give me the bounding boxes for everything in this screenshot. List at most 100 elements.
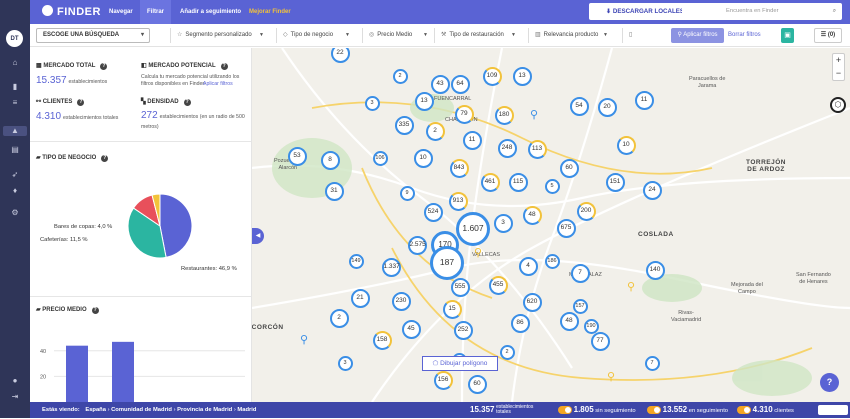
finder-logo[interactable]: FINDER bbox=[42, 5, 101, 18]
map-cluster[interactable]: 2.575 bbox=[407, 235, 427, 255]
tipo-restauracion-dropdown[interactable]: ⚒ Tipo de restauración ▼ bbox=[434, 28, 520, 43]
logout-icon[interactable]: ⇥ bbox=[9, 392, 21, 402]
map-cluster[interactable]: 15 bbox=[442, 299, 462, 319]
map-cluster[interactable]: 1.337 bbox=[381, 257, 401, 277]
crumb-espana[interactable]: España bbox=[85, 407, 106, 413]
map-cluster[interactable]: 190 bbox=[583, 318, 599, 334]
precio-medio-dropdown[interactable]: ◎ Precio Medio ▼ bbox=[362, 28, 432, 43]
busqueda-select[interactable]: ESCOGE UNA BÚSQUEDA ▾ bbox=[36, 28, 150, 43]
map-cluster[interactable]: 620 bbox=[522, 292, 542, 312]
map-cluster[interactable]: 79 bbox=[454, 104, 474, 124]
sin-seguimiento-toggle[interactable] bbox=[558, 406, 572, 415]
bar[interactable] bbox=[112, 341, 134, 402]
list-icon[interactable]: ≡ bbox=[9, 98, 21, 108]
pin-icon[interactable]: ♦ bbox=[9, 186, 21, 196]
aplicar-filtros-link[interactable]: Aplicar filtros bbox=[203, 81, 249, 87]
map-cluster[interactable]: 248 bbox=[497, 138, 517, 158]
gear-icon[interactable]: ⚙ bbox=[9, 208, 21, 218]
map-cluster[interactable]: 200 bbox=[576, 201, 596, 221]
save-icon[interactable]: ▣ bbox=[781, 28, 794, 43]
map-cluster[interactable]: 77 bbox=[590, 331, 610, 351]
map-cluster[interactable]: 10 bbox=[413, 148, 433, 168]
map-cluster[interactable]: 158 bbox=[372, 330, 392, 350]
map-cluster[interactable]: 31 bbox=[324, 181, 344, 201]
map-cluster[interactable]: 10 bbox=[616, 135, 636, 155]
avatar[interactable]: DT bbox=[6, 30, 23, 47]
map-cluster[interactable]: 3 bbox=[493, 213, 513, 233]
map-cluster[interactable]: 21 bbox=[350, 288, 370, 308]
map-cluster[interactable]: 9 bbox=[399, 185, 415, 201]
map-cluster[interactable]: 2 bbox=[329, 308, 349, 328]
dibujar-poligono-button[interactable]: ⬠ Dibujar polígono bbox=[422, 356, 498, 371]
map-cluster[interactable]: 149 bbox=[348, 253, 364, 269]
bar[interactable] bbox=[66, 345, 88, 402]
map-cluster[interactable]: 186 bbox=[544, 253, 560, 269]
map-cluster[interactable]: 230 bbox=[391, 291, 411, 311]
map-cluster[interactable]: 48 bbox=[559, 311, 579, 331]
info-icon[interactable]: ? bbox=[183, 99, 191, 106]
nav-anadir-seguimiento[interactable]: Añadir a seguimiento bbox=[173, 0, 248, 24]
rocket-icon[interactable]: ➶ bbox=[9, 170, 21, 180]
map-cluster[interactable]: 180 bbox=[494, 105, 514, 125]
selection-count-button[interactable]: ☰ (0) bbox=[814, 28, 842, 43]
map-cluster[interactable]: 13 bbox=[414, 91, 434, 111]
pie-slice[interactable] bbox=[159, 193, 193, 258]
help-button[interactable]: ? bbox=[820, 373, 839, 392]
map-cluster[interactable]: 113 bbox=[527, 139, 547, 159]
map-cluster[interactable]: 455 bbox=[488, 275, 508, 295]
map-cluster[interactable]: 64 bbox=[450, 74, 470, 94]
map-cluster[interactable]: 48 bbox=[522, 205, 542, 225]
map-cluster[interactable]: 3 bbox=[337, 355, 353, 371]
map-cluster[interactable]: 60 bbox=[467, 374, 487, 394]
user-icon[interactable]: ● bbox=[9, 376, 21, 386]
layers-icon[interactable]: ⬡ bbox=[830, 97, 846, 113]
map-cluster[interactable]: 5 bbox=[544, 178, 560, 194]
info-icon[interactable]: ? bbox=[91, 307, 99, 314]
en-seguimiento-toggle[interactable] bbox=[647, 406, 661, 415]
map-cluster[interactable]: 555 bbox=[450, 277, 470, 297]
map-cluster[interactable]: 7 bbox=[644, 355, 660, 371]
map-icon[interactable]: ▲ bbox=[3, 126, 27, 136]
borrar-filtros-link[interactable]: Borrar filtros bbox=[728, 28, 761, 43]
zoom-in-button[interactable]: + bbox=[833, 54, 844, 67]
map-pin[interactable]: ⚲ bbox=[607, 370, 615, 383]
map-cluster[interactable]: 2 bbox=[392, 68, 408, 84]
map-cluster[interactable]: 11 bbox=[462, 130, 482, 150]
info-icon[interactable]: ? bbox=[100, 63, 108, 70]
aplicar-filtros-button[interactable]: ⚲ Aplicar filtros bbox=[671, 28, 724, 43]
map-cluster[interactable]: 151 bbox=[605, 172, 625, 192]
map-cluster[interactable]: 22 bbox=[330, 48, 350, 63]
map-cluster[interactable]: 461 bbox=[480, 172, 500, 192]
segmento-dropdown[interactable]: ☆ Segmento personalizado ▼ bbox=[170, 28, 268, 43]
map-cluster[interactable]: 43 bbox=[430, 74, 450, 94]
map-pin[interactable]: ⚲ bbox=[300, 333, 308, 346]
info-icon[interactable]: ? bbox=[77, 99, 85, 106]
doc-icon[interactable]: ▤ bbox=[9, 145, 21, 155]
map-cluster[interactable]: 115 bbox=[508, 172, 528, 192]
map-cluster[interactable]: 157 bbox=[572, 298, 588, 314]
map-cluster[interactable]: 2 bbox=[499, 344, 515, 360]
map-pin[interactable]: ⚲ bbox=[530, 108, 538, 121]
map-cluster[interactable]: 11 bbox=[634, 90, 654, 110]
map-cluster[interactable]: 109 bbox=[482, 66, 502, 86]
tipo-negocio-dropdown[interactable]: ◇ Tipo de negocio ▼ bbox=[276, 28, 354, 43]
map-cluster[interactable]: 524 bbox=[423, 202, 443, 222]
zoom-out-button[interactable]: − bbox=[833, 67, 844, 80]
map-cluster[interactable]: 140 bbox=[645, 260, 665, 280]
crumb-comunidad[interactable]: Comunidad de Madrid bbox=[111, 407, 172, 413]
map-cluster[interactable]: 45 bbox=[401, 319, 421, 339]
nav-filtrar[interactable]: Filtrar bbox=[140, 0, 172, 24]
map-cluster[interactable]: 86 bbox=[510, 313, 530, 333]
map-cluster[interactable]: 2 bbox=[425, 121, 445, 141]
info-icon[interactable]: ? bbox=[101, 155, 109, 162]
map-cluster[interactable]: 335 bbox=[394, 115, 414, 135]
map-pin[interactable]: ⚲ bbox=[627, 280, 635, 293]
map-cluster[interactable]: 913 bbox=[448, 191, 468, 211]
map-cluster[interactable]: 7 bbox=[570, 263, 590, 283]
map-cluster[interactable]: 4 bbox=[518, 256, 538, 276]
map-cluster[interactable]: 252 bbox=[453, 320, 473, 340]
map-cluster[interactable]: 843 bbox=[449, 158, 469, 178]
map-cluster[interactable]: 106 bbox=[372, 150, 388, 166]
map-cluster[interactable]: 20 bbox=[597, 97, 617, 117]
map-cluster[interactable]: 675 bbox=[556, 218, 576, 238]
